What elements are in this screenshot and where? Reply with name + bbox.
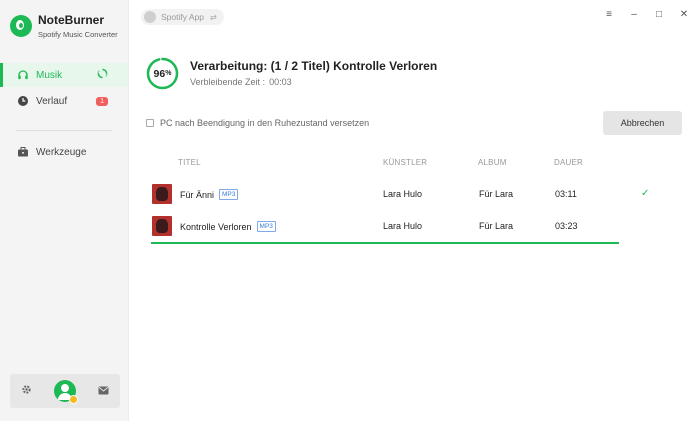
sidebar-item-label: Verlauf (36, 95, 68, 107)
progress-percent-value: 96 (153, 67, 166, 80)
sidebar-item-label: Musik (36, 69, 63, 81)
track-album: Für Lara (479, 189, 514, 199)
swap-icon: ⇄ (210, 12, 217, 22)
column-header-album: ALBUM (478, 158, 507, 167)
sidebar-divider (16, 130, 112, 131)
track-artist: Lara Hulo (383, 221, 423, 231)
clock-icon (17, 95, 29, 107)
brand: NoteBurner Spotify Music Converter (10, 13, 118, 39)
cancel-button[interactable]: Abbrechen (603, 111, 682, 135)
track-title-text: Für Änni (180, 189, 215, 200)
top-bar: Spotify App ⇄ ≡ – □ ✕ (129, 0, 700, 34)
processing-title: Verarbeitung: (1 / 2 Titel) Kontrolle Ve… (190, 59, 438, 73)
track-duration: 03:23 (555, 221, 578, 231)
album-cover-image (152, 184, 172, 204)
column-header-title: TITEL (178, 158, 201, 167)
window-controls: ≡ – □ ✕ (603, 9, 690, 20)
sleep-option-label: PC nach Beendigung in den Ruhezustand ve… (160, 118, 370, 128)
track-title-text: Kontrolle Verloren (180, 221, 252, 232)
premium-crown-icon (69, 395, 78, 404)
track-title: Für Änni MP3 (180, 189, 239, 200)
progress-percent-sign: % (165, 70, 172, 77)
progress-percent: 96% (146, 57, 179, 90)
sidebar-bottom-bar (10, 374, 120, 408)
close-icon[interactable]: ✕ (678, 9, 690, 20)
toolbox-icon (17, 146, 29, 158)
maximize-icon[interactable]: □ (653, 9, 665, 20)
minimize-icon[interactable]: – (628, 9, 640, 20)
checkmark-icon: ✓ (641, 188, 650, 199)
gear-icon[interactable] (21, 382, 32, 400)
track-progress-bar (151, 242, 619, 244)
format-tag: MP3 (256, 221, 276, 232)
remaining-time-value: 00:03 (269, 77, 292, 87)
track-artist: Lara Hulo (383, 189, 423, 199)
table-header: TITEL KÜNSTLER ALBUM DAUER (129, 158, 700, 172)
brand-subtitle: Spotify Music Converter (38, 30, 118, 39)
headphones-icon (17, 69, 29, 81)
mail-icon[interactable] (98, 382, 109, 400)
sync-icon (97, 68, 108, 82)
source-app-selector[interactable]: Spotify App ⇄ (141, 9, 224, 25)
main-content: 96% Verarbeitung: (1 / 2 Titel) Kontroll… (129, 34, 700, 421)
sidebar-item-musik[interactable]: Musik (0, 63, 128, 87)
column-header-artist: KÜNSTLER (383, 158, 428, 167)
sleep-checkbox[interactable] (146, 119, 154, 127)
source-app-label: Spotify App (161, 12, 205, 22)
table-row[interactable]: Für Änni MP3 Lara Hulo Für Lara 03:11 ✓ (151, 178, 649, 212)
track-duration: 03:11 (555, 189, 577, 199)
column-header-duration: DAUER (554, 158, 584, 167)
noteburner-logo-icon (10, 15, 32, 37)
track-title: Kontrolle Verloren MP3 (180, 221, 276, 232)
user-avatar-icon[interactable] (54, 380, 78, 404)
sidebar-item-verlauf[interactable]: Verlauf 1 (0, 89, 128, 113)
sidebar: NoteBurner Spotify Music Converter Musik… (0, 0, 129, 421)
track-album: Für Lara (479, 221, 514, 231)
brand-name: NoteBurner (38, 13, 105, 27)
format-tag: MP3 (219, 189, 239, 200)
remaining-time: Verbleibende Zeit :00:03 (190, 77, 292, 87)
history-count-badge: 1 (96, 96, 108, 106)
sidebar-nav: Musik Verlauf 1 Werkzeuge (0, 63, 128, 166)
sidebar-item-label: Werkzeuge (36, 146, 87, 158)
sleep-option[interactable]: PC nach Beendigung in den Ruhezustand ve… (146, 118, 369, 128)
spotify-icon (144, 11, 156, 23)
table-row[interactable]: Kontrolle Verloren MP3 Lara Hulo Für Lar… (151, 210, 638, 244)
menu-icon[interactable]: ≡ (603, 9, 615, 20)
remaining-time-label: Verbleibende Zeit : (190, 77, 266, 87)
sidebar-item-werkzeuge[interactable]: Werkzeuge (0, 140, 128, 164)
album-cover-image (152, 216, 172, 236)
